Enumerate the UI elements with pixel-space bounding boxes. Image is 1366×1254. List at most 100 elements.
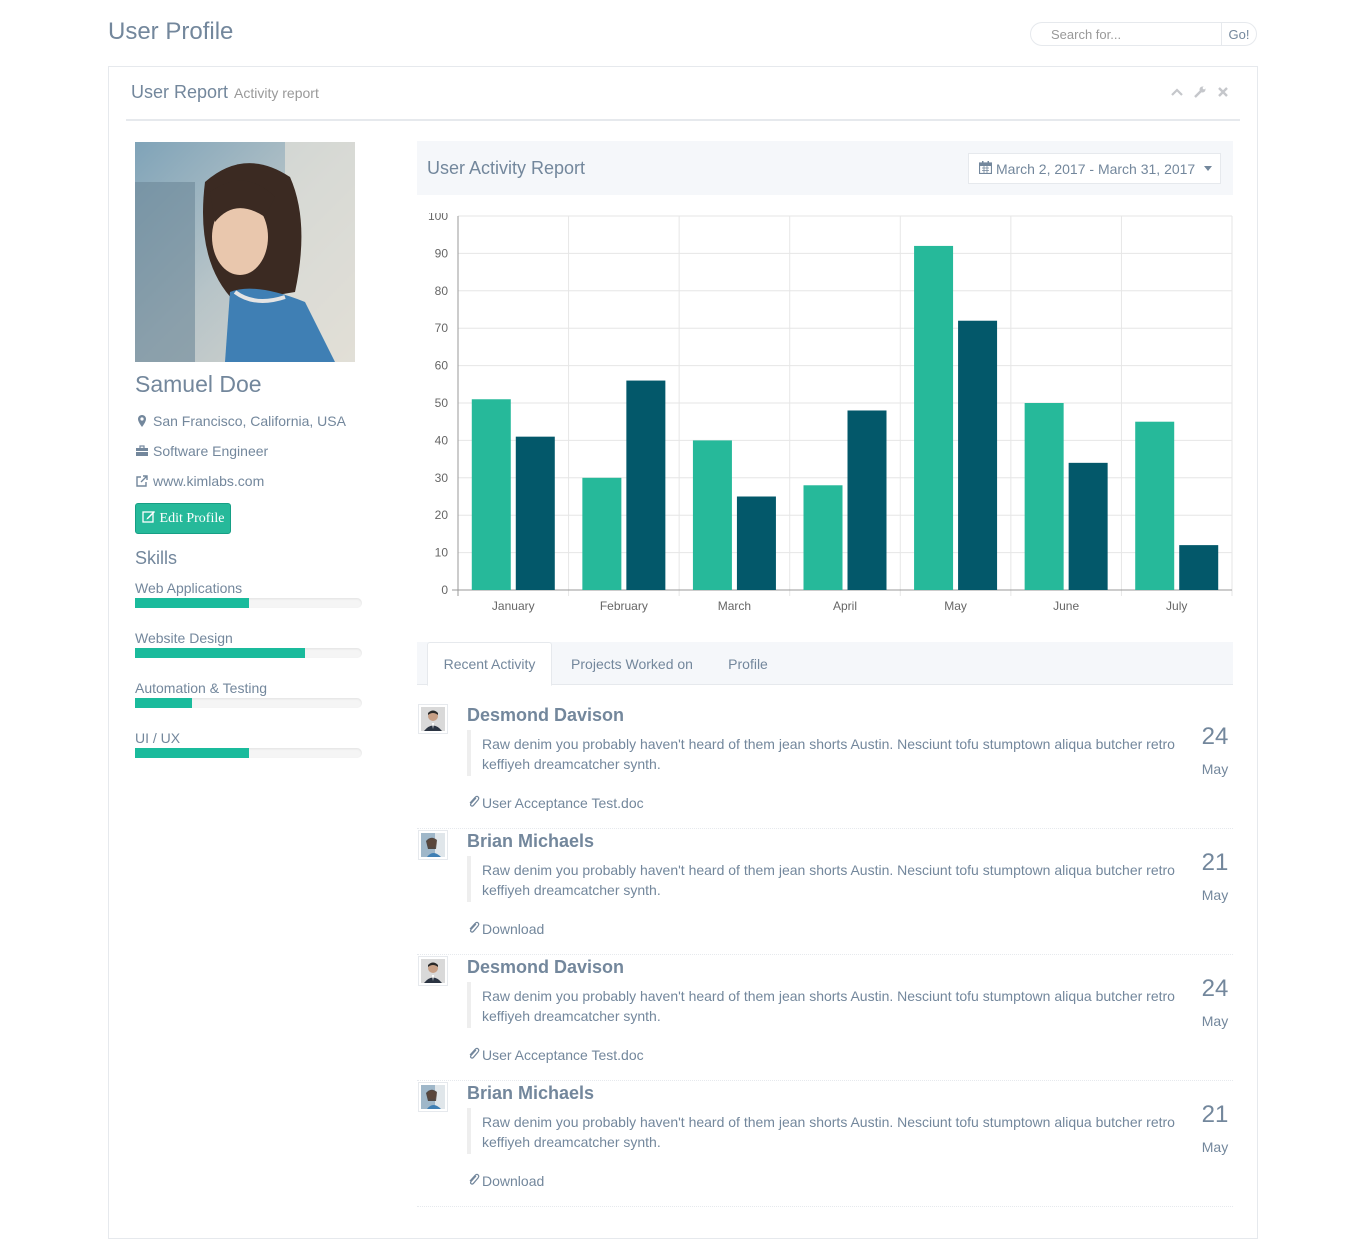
x-tick-label: April (833, 599, 857, 613)
y-tick-label: 30 (435, 471, 449, 485)
attachment-label: Download (482, 921, 545, 937)
activity-bar-chart: 0 10 20 30 40 50 60 70 80 90 100 January February Mar… (428, 213, 1233, 613)
skill-progress-bar (135, 698, 362, 708)
activity-attachment[interactable]: Download (467, 921, 544, 937)
activity-text: Raw denim you probably haven't heard of … (467, 730, 1195, 776)
skill-item: Web Applications (135, 580, 362, 608)
activity-day: 24 (1201, 975, 1229, 1002)
calendar-icon (978, 160, 993, 177)
y-tick-label: 20 (435, 508, 449, 522)
attachment-label: User Acceptance Test.doc (482, 795, 644, 811)
y-tick-label: 40 (435, 433, 449, 447)
edit-profile-label: Edit Profile (159, 510, 225, 526)
activity-attachment[interactable]: User Acceptance Test.doc (467, 795, 644, 811)
chart-bar (958, 320, 998, 590)
skill-item: Website Design (135, 630, 362, 658)
activity-author[interactable]: Desmond Davison (467, 957, 624, 978)
activity-author[interactable]: Brian Michaels (467, 1083, 594, 1104)
skill-label: Web Applications (135, 580, 243, 596)
chart-bar (471, 399, 511, 590)
avatar (418, 1082, 448, 1112)
map-marker-icon (135, 414, 149, 428)
y-tick-label: 80 (435, 284, 449, 298)
tab-profile[interactable]: Profile (712, 642, 784, 685)
website-link[interactable]: www.kimlabs.com (153, 473, 264, 489)
activity-item: Brian Michaels Raw denim you probably ha… (417, 1081, 1233, 1207)
activity-author[interactable]: Desmond Davison (467, 705, 624, 726)
activity-day: 21 (1201, 1101, 1229, 1128)
chart-bar (1024, 403, 1064, 590)
edit-icon (141, 509, 156, 528)
job-line: Software Engineer (135, 443, 268, 459)
profile-photo (135, 142, 355, 362)
activity-month: May (1201, 1013, 1229, 1029)
x-tick-label: January (492, 599, 535, 613)
y-tick-label: 0 (441, 583, 448, 597)
location-text: San Francisco, California, USA (153, 413, 346, 429)
briefcase-icon (135, 444, 149, 458)
activity-month: May (1201, 887, 1229, 903)
close-icon[interactable] (1216, 85, 1230, 99)
search-group: Go! (1030, 22, 1257, 46)
wrench-icon[interactable] (1193, 85, 1207, 99)
avatar (418, 956, 448, 986)
activity-attachment[interactable]: User Acceptance Test.doc (467, 1047, 644, 1063)
panel-toolbox (1170, 85, 1230, 99)
chart-bar (847, 410, 887, 590)
panel-header: User Report Activity report (126, 67, 1240, 121)
chart-bar (1135, 421, 1175, 590)
activity-day: 21 (1201, 849, 1229, 876)
skill-progress-bar (135, 598, 362, 608)
tab-recent-activity[interactable]: Recent Activity (427, 642, 552, 686)
edit-profile-button[interactable]: Edit Profile (135, 503, 231, 534)
activity-author[interactable]: Brian Michaels (467, 831, 594, 852)
chart-title: User Activity Report (427, 158, 586, 178)
activity-text: Raw denim you probably haven't heard of … (467, 856, 1195, 902)
skill-progress-fill (135, 648, 306, 658)
chevron-up-icon[interactable] (1170, 85, 1184, 99)
y-tick-label: 50 (435, 396, 449, 410)
y-tick-label: 10 (435, 546, 449, 560)
skill-progress-bar (135, 648, 362, 658)
paperclip-icon (467, 1173, 480, 1189)
activity-month: May (1201, 761, 1229, 777)
skill-label: Automation & Testing (135, 680, 268, 696)
skill-item: UI / UX (135, 730, 362, 758)
tab-projects[interactable]: Projects Worked on (557, 642, 707, 685)
x-tick-label: March (718, 599, 751, 613)
skill-label: Website Design (135, 630, 233, 646)
activity-day: 24 (1201, 723, 1229, 750)
avatar (418, 830, 448, 860)
activity-item: Desmond Davison Raw denim you probably h… (417, 955, 1233, 1081)
chart-bar (1068, 462, 1108, 590)
date-range-picker[interactable]: March 2, 2017 - March 31, 2017 (968, 153, 1221, 184)
skill-progress-fill (135, 598, 249, 608)
chart-bar (515, 436, 555, 590)
y-tick-label: 70 (435, 321, 449, 335)
chart-bar (626, 380, 666, 590)
activity-text: Raw denim you probably haven't heard of … (467, 1108, 1195, 1154)
website-line: www.kimlabs.com (135, 473, 264, 489)
y-tick-label: 90 (435, 246, 449, 260)
location-line: San Francisco, California, USA (135, 413, 346, 429)
paperclip-icon (467, 921, 480, 937)
skill-progress-bar (135, 748, 362, 758)
skill-item: Automation & Testing (135, 680, 362, 708)
date-range-text: March 2, 2017 - March 31, 2017 (996, 160, 1196, 177)
search-input[interactable] (1030, 22, 1221, 46)
job-text: Software Engineer (153, 443, 269, 459)
skill-progress-fill (135, 748, 249, 758)
skills-title: Skills (135, 548, 178, 568)
chart-bar (692, 440, 732, 590)
attachment-label: Download (482, 1173, 545, 1189)
chart-header: User Activity Report March 2, 2017 - Mar… (417, 141, 1233, 195)
search-go-button[interactable]: Go! (1221, 22, 1257, 46)
chart-bar (582, 477, 622, 590)
x-tick-label: July (1166, 599, 1187, 613)
chart-bar (1179, 545, 1219, 590)
skill-label: UI / UX (135, 730, 181, 746)
activity-item: Brian Michaels Raw denim you probably ha… (417, 829, 1233, 955)
activity-attachment[interactable]: Download (467, 1173, 544, 1189)
x-tick-label: May (944, 599, 967, 613)
activity-month: May (1201, 1139, 1229, 1155)
